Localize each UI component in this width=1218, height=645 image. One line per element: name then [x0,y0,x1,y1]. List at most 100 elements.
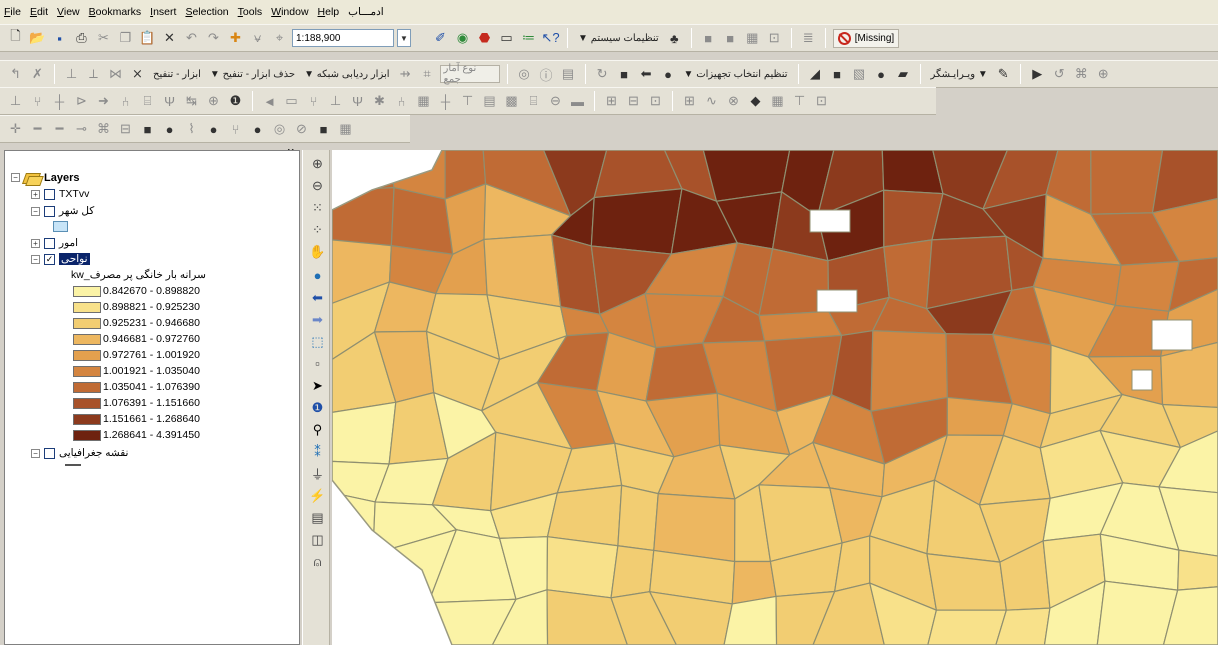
paste-icon[interactable]: 📋 [138,29,157,48]
matrix-icon[interactable]: ▩ [502,92,521,111]
district-polygon[interactable] [927,609,1008,645]
layer-visibility-checkbox[interactable]: ✓ [44,253,55,265]
map-scale-combo[interactable]: 1:188,900 [292,29,394,47]
district-polygon[interactable] [332,528,380,604]
district-polygon[interactable] [332,401,397,465]
editor-toolbar-icon[interactable]: ✐ [431,29,450,48]
table-icon[interactable]: ▤ [559,65,578,84]
cut-icon[interactable]: ✂ [94,29,113,48]
menu-file[interactable]: File [4,6,21,18]
panel-icon[interactable]: ▰ [894,65,913,84]
clear-selection-icon[interactable]: ▫ [308,354,327,373]
menu-custom[interactable]: ادمـــاب [348,6,384,18]
district-polygon[interactable] [610,545,655,599]
forward-icon[interactable]: ➡ [308,310,327,329]
rotate-tool-icon[interactable]: ↺ [1050,65,1069,84]
polygon-symbol-swatch[interactable] [53,221,68,232]
cross-icon[interactable]: ⊕ [204,92,223,111]
open-folder-icon[interactable]: 📂 [28,29,47,48]
measure-icon[interactable]: ⏚ [308,464,327,483]
district-polygon[interactable] [1090,150,1164,215]
legend-swatch[interactable] [73,349,101,361]
district-polygon[interactable] [332,597,380,645]
attribute-tools-button[interactable]: ابزار - تنفیح [150,69,204,80]
flip-icon[interactable]: ⊥ [62,65,81,84]
tool-icon[interactable]: ♣ [665,29,684,48]
line-icon[interactable]: ━ [50,120,69,139]
fixed-zoom-out-icon[interactable]: ⁘ [308,220,327,239]
search-window-icon[interactable]: ▭ [497,29,516,48]
legend-swatch[interactable] [73,413,101,425]
hyperlink-icon[interactable]: ⚡ [308,486,327,505]
go-to-xy-icon[interactable]: ⁑ [308,442,327,461]
district-polygon[interactable] [332,491,376,555]
menu-view[interactable]: View [57,6,80,18]
full-extent-icon[interactable]: ● [308,266,327,285]
grid-icon[interactable]: ▦ [414,92,433,111]
zoom-in-icon[interactable]: ⊕ [308,154,327,173]
back-icon[interactable]: ⬅ [308,288,327,307]
wave-icon[interactable]: ∿ [702,92,721,111]
rotate-icon[interactable]: ⟂ [84,65,103,84]
frame-icon[interactable]: ⊡ [812,92,831,111]
legend-swatch[interactable] [73,365,101,377]
fork-icon[interactable]: ⑂ [226,120,245,139]
toc-layer-affairs[interactable]: + امور [31,237,78,249]
find-icon[interactable]: ⚲ [308,420,327,439]
identify-icon[interactable]: ❶ [308,398,327,417]
district-polygon[interactable] [332,187,395,247]
statistics-type-combo[interactable]: نوع آمار جمع [439,63,500,85]
choropleth-map[interactable] [332,150,1218,645]
stop-icon[interactable]: ■ [314,120,333,139]
fixed-zoom-in-icon[interactable]: ⁙ [308,198,327,217]
menu-insert[interactable]: Insert [150,6,176,18]
psi-icon[interactable]: Ψ [348,92,367,111]
fork-icon[interactable]: ⑂ [304,92,323,111]
legend-swatch[interactable] [73,333,101,345]
district-polygon[interactable] [653,492,736,563]
window-icon[interactable]: ⊞ [602,92,621,111]
print-icon[interactable]: ⎙ [72,29,91,48]
catalog-icon[interactable]: ⬣ [475,29,494,48]
frame-icon[interactable]: ⊡ [765,29,784,48]
flow-icon[interactable]: ⇸ [396,65,415,84]
delete-tools-button[interactable]: ▼ حذف ابزار - تنفیح [207,69,298,80]
edit-arrow-icon[interactable]: ▶ [1028,65,1047,84]
add-data-icon[interactable]: ✚ [226,29,245,48]
layout-icon[interactable]: ■ [699,29,718,48]
menu-tools[interactable]: Tools [238,6,263,18]
layer-visibility-checkbox[interactable] [44,447,55,459]
pan-icon[interactable]: ✋ [308,242,327,261]
grid-icon[interactable]: ▦ [743,29,762,48]
list-icon[interactable]: ≣ [799,29,818,48]
district-polygon[interactable] [946,396,1014,437]
copy-icon[interactable]: ❐ [116,29,135,48]
zoom-out-icon[interactable]: ⊖ [308,176,327,195]
ruler-icon[interactable]: ⌖ [270,29,289,48]
square-icon[interactable]: ▭ [282,92,301,111]
swipe-icon[interactable]: ⍝ [308,552,327,571]
flag-icon[interactable]: ◄ [260,92,279,111]
sketch-tool-icon[interactable]: ↰ [6,65,25,84]
arrow-right-icon[interactable]: ➜ [94,92,113,111]
window-icon[interactable]: ⊡ [646,92,665,111]
sketch-properties-icon[interactable]: ⌘ [1072,65,1091,84]
menu-window[interactable]: Window [271,6,308,18]
toc-layer-districts[interactable]: − ✓ نواحی [31,253,90,265]
arctoolbox-icon[interactable]: ≔ [519,29,538,48]
grid-icon[interactable]: ▦ [336,120,355,139]
add-basemap-icon[interactable]: ⍱ [248,29,267,48]
info-circle-icon[interactable]: ⓘ [537,65,556,84]
expand-icon[interactable]: + [31,189,40,199]
grid-icon[interactable]: ▦ [768,92,787,111]
missing-tool-button[interactable]: [Missing] [832,28,900,48]
map-display[interactable] [332,150,1218,645]
valve-icon[interactable]: ⊳ [72,92,91,111]
district-polygon[interactable] [1177,549,1218,591]
time-slider-icon[interactable]: ◫ [308,530,327,549]
new-document-icon[interactable]: 🗋 [6,28,25,48]
arrow-left-icon[interactable]: ⬅ [637,65,656,84]
stop-icon[interactable]: ■ [828,65,847,84]
circle-icon[interactable]: ● [160,120,179,139]
tee-icon[interactable]: ⊤ [458,92,477,111]
